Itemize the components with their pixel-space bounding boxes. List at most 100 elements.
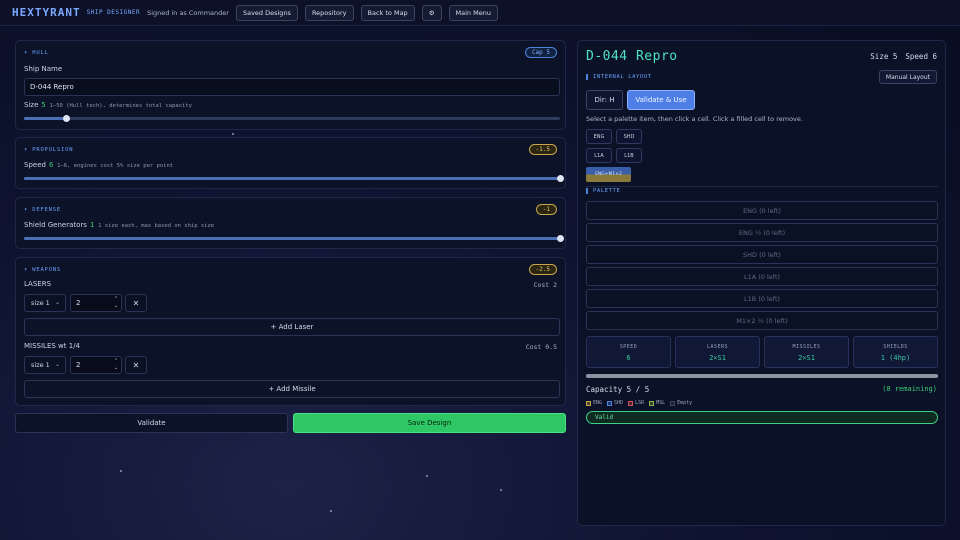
laser-count-input[interactable]: 2 ⌃ ⌄	[70, 294, 122, 312]
shield-slider-handle[interactable]	[556, 235, 564, 242]
laser-size-value: size 1	[31, 299, 50, 307]
app-logo[interactable]: HEXTYRANT	[12, 6, 81, 19]
legend-swatch	[586, 400, 591, 406]
back-to-map-button[interactable]: Back to Map	[360, 4, 415, 21]
missiles-cost: Cost 0.5	[525, 343, 557, 351]
stat-label: MISSILES	[792, 344, 821, 350]
layout-cell-l1b[interactable]: L1B	[616, 148, 642, 163]
palette-item-eng-half[interactable]: ENG ½ (0 left)	[586, 223, 938, 242]
capacity-remaining: (0 remaining)	[882, 385, 937, 393]
defense-title[interactable]: ▾ DEFENSE	[24, 207, 61, 213]
stat-value: 6	[626, 354, 631, 362]
legend-swatch	[649, 400, 655, 406]
legend-label: Empty	[677, 400, 693, 406]
speed-value: 6	[48, 161, 54, 169]
stepper-icon[interactable]: ⌃ ⌄	[114, 296, 118, 310]
app-subtitle: SHIP DESIGNER	[86, 9, 141, 16]
add-laser-button[interactable]: + Add Laser	[24, 318, 560, 336]
shield-label: Shield Generators	[24, 221, 87, 229]
layout-cell-eng[interactable]: ENG	[586, 129, 612, 144]
manual-layout-button[interactable]: Manual Layout	[878, 70, 937, 84]
laser-size-select[interactable]: size 1 ⌄	[24, 294, 66, 312]
palette-item-eng[interactable]: ENG (0 left)	[586, 201, 938, 220]
size-stat: Size 5	[870, 52, 898, 61]
missiles-label: MISSILES wt 1/4	[24, 342, 81, 350]
hull-title[interactable]: ▾ HULL	[24, 50, 49, 56]
layout-cell-l1a[interactable]: L1A	[586, 148, 612, 163]
stat-value: 2×S1	[709, 354, 726, 362]
weapons-cost-badge: -2.5	[528, 264, 557, 275]
ship-title: D-044 Repro	[586, 49, 678, 64]
design-summary-panel: D-044 Repro Size 5 Speed 6 INTERNAL LAYOU…	[577, 40, 946, 526]
main-menu-button[interactable]: Main Menu	[448, 4, 498, 21]
direction-toggle-button[interactable]: Dir: H	[586, 90, 623, 110]
size-value: 5	[41, 101, 46, 109]
signed-in-text: Signed in as Commander	[147, 8, 229, 17]
legend-item: SHD	[607, 400, 623, 406]
close-icon: ✕	[132, 298, 140, 308]
propulsion-cost-badge: -1.5	[528, 144, 557, 155]
layout-cell-eng-m1[interactable]: ENG+M1×2	[586, 167, 631, 182]
defense-section: ▾ DEFENSE -1 Shield Generators 1 1 size ea…	[15, 197, 566, 249]
gear-icon: ⚙	[428, 8, 435, 17]
legend-label: LSR	[635, 400, 645, 406]
size-slider-handle[interactable]	[63, 115, 71, 122]
stat-value: 1 (4hp)	[880, 354, 911, 362]
size-slider-fill	[24, 117, 67, 120]
size-slider[interactable]	[24, 115, 560, 122]
legend-swatch	[607, 400, 613, 406]
validate-use-button[interactable]: Validate & Use	[627, 90, 695, 110]
remove-missile-button[interactable]: ✕	[125, 356, 147, 374]
ship-name-input[interactable]: D-044 Repro	[24, 78, 560, 96]
palette-item-l1a[interactable]: L1A (0 left)	[586, 267, 938, 286]
layout-instructions: Select a palette item, then click a cell…	[586, 115, 803, 123]
star	[232, 133, 234, 135]
save-design-button[interactable]: Save Design	[293, 413, 566, 433]
speed-slider-handle[interactable]	[556, 175, 564, 182]
speed-hint: 1–6, engines cost 5% size per point	[57, 163, 174, 169]
hull-section: ▾ HULL Cap 5 Ship Name D-044 Repro Size 5…	[15, 40, 566, 130]
lasers-cost: Cost 2	[533, 281, 557, 289]
chevron-down-icon: ⌄	[54, 361, 60, 368]
speed-label: Speed	[24, 161, 46, 169]
size-hint: 1–50 (Hull tech), determines total capac…	[49, 103, 192, 109]
shield-hint: 1 size each, max based on ship size	[98, 223, 215, 229]
chevron-down-icon: ⌄	[54, 299, 60, 306]
layout-cell-shd[interactable]: SHD	[616, 129, 642, 144]
shield-value: 1	[89, 221, 95, 229]
legend-item: MSL	[649, 400, 665, 406]
speed-slider-fill	[24, 177, 560, 180]
shield-slider-fill	[24, 237, 560, 240]
size-row: Size 5 1–50 (Hull tech), determines total …	[24, 101, 192, 109]
repository-button[interactable]: Repository	[304, 4, 354, 21]
stat-missiles: MISSILES 2×S1	[764, 336, 849, 368]
size-label: Size	[24, 101, 39, 109]
stat-label: SHIELDS	[883, 344, 908, 350]
palette-item-l1b[interactable]: L1B (0 left)	[586, 289, 938, 308]
capacity-bar-fill	[586, 374, 938, 378]
shield-slider[interactable]	[24, 235, 564, 242]
legend-swatch	[670, 400, 676, 406]
add-missile-button[interactable]: + Add Missile	[24, 380, 560, 398]
ship-stats: Size 5 Speed 6	[870, 52, 937, 61]
capacity-bar	[586, 374, 938, 378]
close-icon: ✕	[132, 360, 140, 370]
missile-count-input[interactable]: 2 ⌃ ⌄	[70, 356, 122, 374]
propulsion-title[interactable]: ▾ PROPULSION	[24, 147, 73, 153]
legend-label: SHD	[614, 400, 624, 406]
remove-laser-button[interactable]: ✕	[125, 294, 147, 312]
defense-cost-badge: -1	[535, 204, 557, 215]
palette-heading: PALETTE	[586, 188, 620, 194]
speed-slider[interactable]	[24, 175, 564, 182]
saved-designs-button[interactable]: Saved Designs	[235, 4, 298, 21]
legend-item: ENG	[586, 400, 602, 406]
missile-count-value: 2	[76, 361, 81, 369]
palette-item-shd[interactable]: SHD (0 left)	[586, 245, 938, 264]
internal-layout-heading: INTERNAL LAYOUT	[586, 74, 652, 80]
settings-button[interactable]: ⚙	[421, 4, 442, 21]
missile-size-select[interactable]: size 1 ⌄	[24, 356, 66, 374]
weapons-title[interactable]: ▾ WEAPONS	[24, 267, 61, 273]
validate-button[interactable]: Validate	[15, 413, 288, 433]
palette-item-m1x2-half[interactable]: M1×2 ½ (0 left)	[586, 311, 938, 330]
stepper-icon[interactable]: ⌃ ⌄	[114, 358, 118, 372]
